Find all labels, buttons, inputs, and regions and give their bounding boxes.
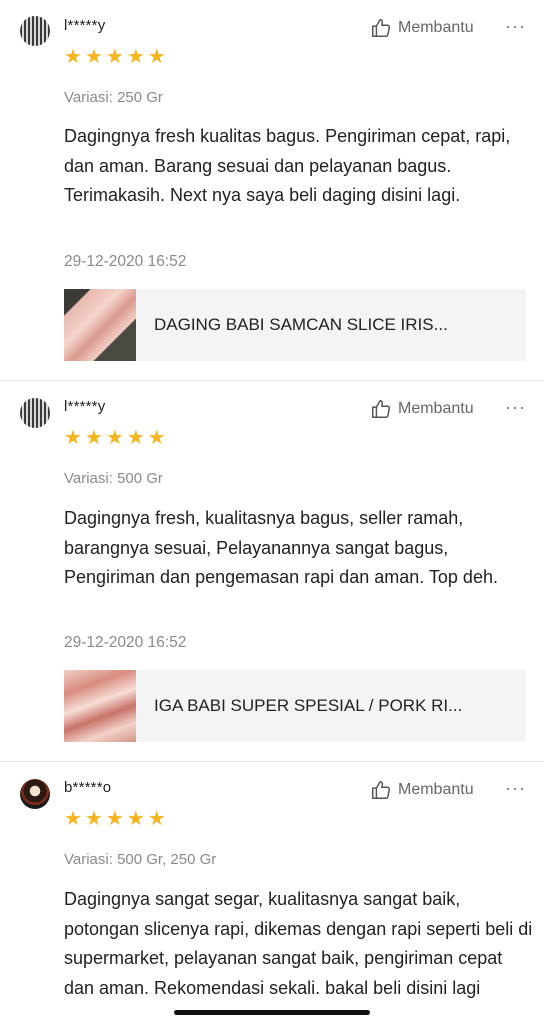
- star-icon: ★: [84, 427, 103, 449]
- review-text: Dagingnya fresh kualitas bagus. Pengirim…: [64, 126, 511, 205]
- star-icon: ★: [147, 46, 166, 68]
- avatar[interactable]: [20, 398, 50, 428]
- star-icon: ★: [147, 427, 166, 449]
- review-datetime: 29-12-2020 16:52: [64, 634, 187, 651]
- rating-stars: ★ ★ ★ ★ ★: [64, 809, 166, 829]
- variation-label: Variasi: 250 Gr: [64, 89, 163, 106]
- avatar[interactable]: [20, 779, 50, 809]
- star-icon: ★: [105, 46, 124, 68]
- product-name: DAGING BABI SAMCAN SLICE IRIS...: [154, 315, 448, 334]
- more-options-icon[interactable]: ···: [505, 778, 526, 799]
- star-icon: ★: [84, 46, 103, 68]
- thumbs-up-icon: [372, 781, 391, 799]
- product-thumbnail: [64, 670, 136, 742]
- helpful-label: Membantu: [398, 781, 474, 798]
- helpful-label: Membantu: [398, 19, 474, 36]
- more-options-icon[interactable]: ···: [505, 16, 526, 37]
- review-datetime: 29-12-2020 16:52: [64, 253, 187, 270]
- reviewer-username: l*****y: [64, 17, 106, 34]
- product-card[interactable]: IGA BABI SUPER SPESIAL / PORK RI...: [64, 670, 526, 742]
- divider: [0, 380, 544, 381]
- more-options-icon[interactable]: ···: [505, 397, 526, 418]
- star-icon: ★: [126, 808, 145, 830]
- star-icon: ★: [84, 808, 103, 830]
- helpful-button[interactable]: Membantu: [370, 17, 474, 39]
- variation-label: Variasi: 500 Gr: [64, 470, 163, 487]
- helpful-button[interactable]: Membantu: [370, 779, 474, 801]
- star-icon: ★: [64, 46, 82, 68]
- product-thumbnail: [64, 289, 136, 361]
- product-card[interactable]: DAGING BABI SAMCAN SLICE IRIS...: [64, 289, 526, 361]
- star-icon: ★: [105, 808, 124, 830]
- reviewer-username: b*****o: [64, 779, 112, 796]
- star-icon: ★: [64, 808, 82, 830]
- product-name: IGA BABI SUPER SPESIAL / PORK RI...: [154, 696, 463, 715]
- star-icon: ★: [126, 427, 145, 449]
- rating-stars: ★ ★ ★ ★ ★: [64, 428, 166, 448]
- star-icon: ★: [126, 46, 145, 68]
- helpful-label: Membantu: [398, 400, 474, 417]
- thumbs-up-icon: [372, 19, 391, 37]
- helpful-button[interactable]: Membantu: [370, 398, 474, 420]
- rating-stars: ★ ★ ★ ★ ★: [64, 47, 166, 67]
- review-text: Dagingnya fresh, kualitasnya bagus, sell…: [64, 508, 498, 587]
- avatar[interactable]: [20, 16, 50, 46]
- variation-label: Variasi: 500 Gr, 250 Gr: [64, 851, 217, 868]
- star-icon: ★: [64, 427, 82, 449]
- home-indicator[interactable]: [174, 1010, 370, 1015]
- reviewer-username: l*****y: [64, 398, 106, 415]
- star-icon: ★: [105, 427, 124, 449]
- review-text: Dagingnya sangat segar, kualitasnya sang…: [64, 889, 533, 998]
- thumbs-up-icon: [372, 400, 391, 418]
- star-icon: ★: [147, 808, 166, 830]
- divider: [0, 761, 544, 762]
